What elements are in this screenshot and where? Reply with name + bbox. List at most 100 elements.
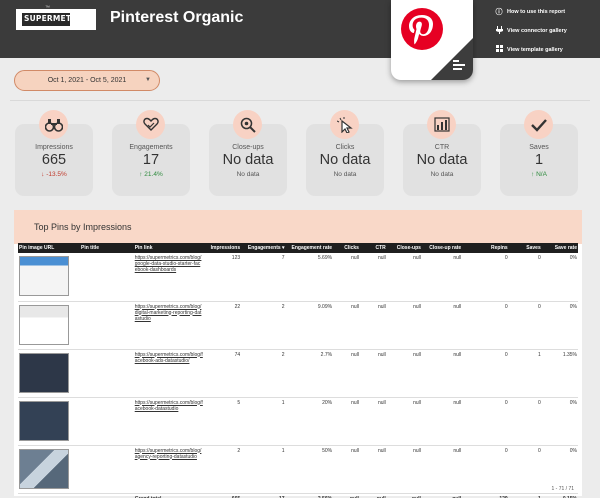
pin-image-cell xyxy=(18,445,80,494)
col-header[interactable]: Repins xyxy=(462,243,509,253)
cell-engagements: 7 xyxy=(241,253,286,302)
col-header[interactable]: Impressions xyxy=(203,243,242,253)
cell-save-rate: 1.35% xyxy=(541,349,578,398)
pin-thumbnail[interactable] xyxy=(19,304,69,345)
kpi-value: No data xyxy=(416,152,468,168)
how-to-use-label: How to use this report xyxy=(507,8,566,15)
pin-thumbnail[interactable] xyxy=(19,256,69,296)
cell-repins: 0 xyxy=(462,253,509,302)
cell-ctr: null xyxy=(359,253,387,302)
col-header[interactable]: Pin image URL xyxy=(18,243,80,253)
total-engagements: 17 xyxy=(241,493,285,498)
table-row: https://supermetrics.com/blog/agency-rep… xyxy=(18,445,578,494)
table-row: https://supermetrics.com/blog/facebook-d… xyxy=(18,397,578,446)
pinterest-connector-card xyxy=(391,0,473,80)
cell-impressions: 123 xyxy=(203,253,242,302)
date-range-picker[interactable]: Oct 1, 2021 - Oct 5, 2021 ▼ xyxy=(14,70,160,91)
cell-closeup-rate: null xyxy=(421,253,463,302)
pin-title-cell xyxy=(79,349,134,398)
kpi-label: Impressions xyxy=(35,144,73,151)
pin-link[interactable]: https://supermetrics.com/blog/google-dat… xyxy=(135,255,202,273)
cell-engagements: 2 xyxy=(241,349,286,398)
cell-saves: 0 xyxy=(508,301,542,350)
col-header[interactable]: Pin link xyxy=(133,243,204,253)
brand-tm: ™ xyxy=(45,5,50,11)
table-row: https://supermetrics.com/blog/facebook-a… xyxy=(18,349,578,398)
cell-closeup-rate: null xyxy=(421,301,463,350)
cell-closeups: null xyxy=(386,397,422,446)
kpi-engagements: Engagements 17 ↑ 21.4% xyxy=(112,110,190,196)
col-header[interactable]: Save rate xyxy=(541,243,578,253)
kpi-label: Clicks xyxy=(335,144,355,151)
divider xyxy=(10,100,590,101)
cell-saves: 1 xyxy=(508,349,542,398)
chevron-down-icon: ▼ xyxy=(145,77,151,83)
col-header[interactable]: Pin title xyxy=(79,243,134,253)
cell-closeup-rate: null xyxy=(421,397,463,446)
pin-title-cell xyxy=(79,397,134,446)
pin-link[interactable]: https://supermetrics.com/blog/facebook-d… xyxy=(135,400,203,412)
pin-link[interactable]: https://supermetrics.com/blog/facebook-a… xyxy=(135,352,203,364)
pin-link[interactable]: https://supermetrics.com/blog/agency-rep… xyxy=(135,448,202,460)
kpi-label: Saves xyxy=(529,144,549,151)
cell-save-rate: 0% xyxy=(541,253,578,302)
pin-thumbnail[interactable] xyxy=(19,448,69,489)
cell-engagement-rate: 50% xyxy=(285,445,334,494)
pagination[interactable]: 1 - 71 / 71 xyxy=(551,486,574,492)
col-header[interactable]: Close-ups xyxy=(386,243,422,253)
cell-closeups: null xyxy=(386,349,422,398)
empty-cell xyxy=(18,493,80,498)
cell-impressions: 5 xyxy=(203,397,242,446)
how-to-use-link[interactable]: ⓘ How to use this report xyxy=(494,2,567,21)
cell-clicks: null xyxy=(333,253,360,302)
menu-lines-icon xyxy=(453,58,465,70)
grand-total-row: Grand total665172.56%nullnullnullnull129… xyxy=(18,493,578,498)
template-gallery-link[interactable]: View template gallery xyxy=(494,40,567,59)
cell-closeups: null xyxy=(386,301,422,350)
bar-chart-icon xyxy=(427,110,456,139)
cell-saves: 0 xyxy=(508,253,542,302)
col-header-sorted[interactable]: Engagements ▾ xyxy=(241,243,286,253)
cell-repins: 0 xyxy=(462,445,509,494)
cell-saves: 0 xyxy=(508,397,542,446)
page-title: Pinterest Organic xyxy=(110,9,244,26)
pin-thumbnail[interactable] xyxy=(19,400,69,441)
connector-gallery-link[interactable]: View connector gallery xyxy=(494,21,567,40)
col-header[interactable]: Clicks xyxy=(333,243,360,253)
cell-repins: 0 xyxy=(462,301,509,350)
pin-title-cell xyxy=(79,253,134,302)
pin-link-cell: https://supermetrics.com/blog/digital-ma… xyxy=(133,301,204,350)
table-row: https://supermetrics.com/blog/google-dat… xyxy=(18,253,578,302)
cell-ctr: null xyxy=(359,301,387,350)
kpi-saves: Saves 1 ↑ N/A xyxy=(500,110,578,196)
cell-closeup-rate: null xyxy=(421,445,463,494)
total-closeups: null xyxy=(387,493,422,498)
cell-clicks: null xyxy=(333,445,360,494)
cell-engagement-rate: 5.69% xyxy=(285,253,334,302)
col-header[interactable]: Saves xyxy=(508,243,542,253)
table-row: https://supermetrics.com/blog/digital-ma… xyxy=(18,301,578,350)
total-clicks: null xyxy=(333,493,360,498)
cell-closeups: null xyxy=(386,445,422,494)
cell-engagements: 2 xyxy=(241,301,286,350)
kpi-value: 1 xyxy=(534,152,544,168)
checkmark-icon xyxy=(524,110,553,139)
col-header[interactable]: Close-up rate xyxy=(421,243,463,253)
cell-saves: 0 xyxy=(508,445,542,494)
pin-link[interactable]: https://supermetrics.com/blog/digital-ma… xyxy=(135,304,202,322)
kpi-delta: ↓ -13.5% xyxy=(41,171,67,178)
empty-cell xyxy=(80,493,134,498)
cell-impressions: 22 xyxy=(203,301,242,350)
kpi-value: No data xyxy=(222,152,274,168)
cell-impressions: 74 xyxy=(203,349,242,398)
pin-thumbnail[interactable] xyxy=(19,352,69,393)
col-header[interactable]: CTR xyxy=(359,243,387,253)
cell-clicks: null xyxy=(333,301,360,350)
total-engagement-rate: 2.56% xyxy=(286,493,334,498)
top-pins-title: Top Pins by Impressions xyxy=(14,210,582,244)
col-header[interactable]: Engagement rate xyxy=(285,243,334,253)
total-ctr: null xyxy=(360,493,387,498)
kpi-label: CTR xyxy=(434,144,450,151)
kpi-label: Engagements xyxy=(129,144,173,151)
cell-clicks: null xyxy=(333,397,360,446)
